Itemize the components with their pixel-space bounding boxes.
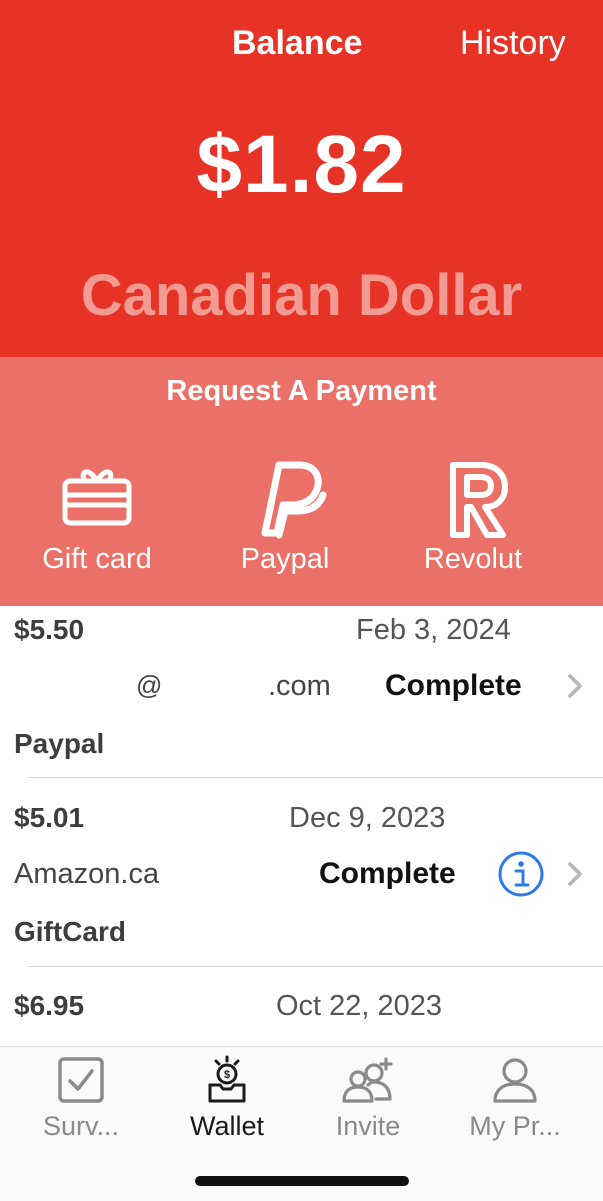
chevron-right-icon[interactable] [566, 672, 584, 700]
transaction-method: Paypal [14, 728, 105, 759]
transaction-destination: Amazon.ca [14, 858, 160, 890]
home-indicator [195, 1176, 409, 1186]
tab-wallet[interactable]: $ Wallet [152, 1055, 302, 1142]
tab-balance[interactable]: Balance [232, 24, 362, 63]
tab-history[interactable]: History [460, 24, 566, 63]
profile-icon [493, 1058, 537, 1103]
currency-label: Canadian Dollar [80, 263, 523, 328]
tab-invite-label: Invite [335, 1111, 401, 1141]
gift-card-label: Gift card [42, 543, 152, 575]
transaction-list[interactable]: $5.50 Feb 3, 2024 @ .com Complete Paypal… [0, 606, 603, 1046]
transaction-amount: $5.50 [14, 614, 85, 645]
revolut-icon [450, 462, 508, 538]
transaction-destination-at: @ [136, 670, 163, 700]
request-payment-panel: Request A Payment Gift card Paypal Revol… [0, 357, 603, 606]
invite-users-icon [342, 1057, 393, 1103]
transaction-status: Complete [319, 857, 456, 890]
transaction-row[interactable]: $5.01 Dec 9, 2023 Amazon.ca Complete Gif… [0, 794, 603, 982]
tab-invite[interactable]: Invite [293, 1055, 443, 1142]
tab-surveys-label: Surv... [42, 1111, 120, 1141]
gift-card-icon [62, 469, 132, 526]
tab-my-profile-label: My Pr... [469, 1111, 561, 1141]
svg-text:$: $ [224, 1069, 230, 1081]
balance-amount: $1.82 [196, 119, 407, 210]
paypal-label: Paypal [240, 543, 330, 575]
request-payment-title: Request A Payment [166, 375, 437, 407]
transaction-date: Oct 22, 2023 [276, 990, 443, 1022]
revolut-label: Revolut [423, 543, 523, 575]
paypal-icon [261, 461, 327, 539]
revolut-button[interactable]: Revolut [378, 457, 568, 576]
transaction-method: GiftCard [14, 916, 126, 947]
transaction-row[interactable]: $5.50 Feb 3, 2024 @ .com Complete Paypal [0, 606, 603, 794]
gift-card-button[interactable]: Gift card [2, 457, 192, 576]
transaction-destination-domain: .com [268, 670, 331, 702]
tab-surveys[interactable]: Surv... [6, 1055, 156, 1142]
transaction-row[interactable]: $6.95 Oct 22, 2023 [0, 982, 603, 1046]
row-divider [28, 777, 603, 778]
balance-header: Balance History $1.82 Canadian Dollar [0, 0, 603, 357]
survey-checkbox-icon [58, 1057, 104, 1103]
transaction-status: Complete [385, 669, 522, 702]
chevron-right-icon[interactable] [566, 860, 584, 888]
transaction-date: Dec 9, 2023 [289, 802, 446, 834]
transaction-date: Feb 3, 2024 [356, 614, 511, 646]
tab-my-profile[interactable]: My Pr... [440, 1055, 590, 1142]
info-icon[interactable] [497, 850, 545, 898]
tab-wallet-label: Wallet [189, 1111, 264, 1141]
transaction-amount: $6.95 [14, 990, 85, 1021]
row-divider [28, 966, 603, 967]
paypal-button[interactable]: Paypal [190, 457, 380, 576]
transaction-amount: $5.01 [14, 802, 85, 833]
wallet-icon: $ [208, 1055, 246, 1103]
